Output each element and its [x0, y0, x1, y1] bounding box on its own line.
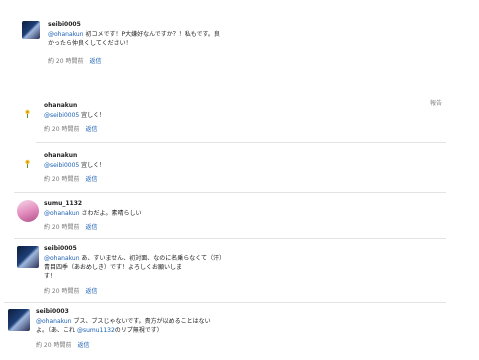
mention-link[interactable]: @ohanakun — [48, 31, 84, 38]
comment-text: @ohanakun ブス、ブスじゃないです。貴方が以めることはない — [36, 317, 211, 326]
comment-text-line: ブス、ブスじゃないです。貴方が以めることはない — [73, 318, 211, 325]
reply-link[interactable]: 返信 — [89, 58, 101, 65]
avatar[interactable] — [22, 21, 40, 39]
comment-text-line: かったら仲良くしてください！ — [48, 40, 132, 47]
mention-link[interactable]: @ohanakun — [44, 210, 80, 217]
mention-link[interactable]: @ohanakun — [44, 255, 80, 262]
comment-username[interactable]: seibi0005 — [48, 21, 81, 28]
avatar[interactable] — [23, 159, 32, 168]
comment-meta: 約 20 時間前 返信 — [44, 124, 97, 133]
avatar[interactable] — [8, 309, 30, 331]
comment-2: ohanakun @seibi0005 宜しく！ 約 20 時間前 返信 — [22, 100, 442, 135]
divider — [14, 238, 446, 239]
comment-text-line: あ、すいません、初対面、なのに名乗らなくて（汗） — [81, 255, 226, 262]
comment-meta: 約 20 時間前 返信 — [44, 286, 97, 295]
divider — [4, 302, 446, 303]
comment-6: seibi0003 @ohanakun ブス、ブスじゃないです。貴方が以めること… — [8, 307, 448, 353]
reply-link[interactable]: 返信 — [85, 224, 97, 231]
comment-text: @seibi0005 宜しく！ — [44, 111, 105, 120]
comment-text: @ohanakun 初コメです！P大嫌好なんですか？！私もです。良 — [48, 30, 220, 39]
comment-text-line: 青目四季（あおめしき）です！よろしくお願いしま — [44, 264, 183, 271]
comment-username[interactable]: seibi0003 — [36, 308, 69, 315]
reply-link[interactable]: 返信 — [85, 288, 97, 295]
comment-meta: 約 20 時間前 返信 — [44, 222, 97, 231]
comment-text: @ohanakun さわだよ。素晴らしい — [44, 209, 141, 218]
comment-text: よ。（あ、これ @sumu1132のリプ無視です） — [36, 326, 163, 335]
flower-icon — [25, 159, 30, 168]
comment-text-line: のリプ無視です） — [114, 327, 163, 334]
avatar[interactable] — [17, 200, 39, 222]
comment-text-line: 宜しく！ — [81, 112, 106, 119]
comment-time: 約 20 時間前 — [44, 288, 80, 295]
comment-meta: 約 20 時間前 返信 — [44, 174, 97, 183]
mention-link[interactable]: @seibi0005 — [44, 112, 79, 119]
comment-4: sumu_1132 @ohanakun さわだよ。素晴らしい 約 20 時間前返… — [17, 198, 447, 234]
reply-link[interactable]: 返信 — [77, 342, 89, 349]
divider — [14, 192, 446, 193]
comment-3: ohanakun @seibi0005 宜しく！ 約 20 時間前 返信 — [22, 150, 442, 185]
avatar[interactable] — [17, 246, 39, 268]
comment-username[interactable]: ohanakun — [44, 152, 77, 159]
comment-meta: 約 20 時間前 返信 — [36, 340, 89, 349]
reply-link[interactable]: 返信 — [85, 126, 97, 133]
comment-username[interactable]: ohanakun — [44, 102, 77, 109]
comment-text-line: よ。（あ、これ — [36, 327, 76, 334]
avatar[interactable] — [23, 109, 32, 118]
comment-text-line: さわだよ。素晴らしい — [81, 210, 142, 217]
comment-1: seibi0005 @ohanakun 初コメです！P大嫌好なんですか？！私もで… — [22, 18, 442, 70]
reply-link[interactable]: 返信 — [85, 176, 97, 183]
mention-link[interactable]: @ohanakun — [36, 318, 72, 325]
comment-text: @seibi0005 宜しく！ — [44, 161, 105, 170]
comment-time: 約 20 時間前 — [44, 176, 80, 183]
divider — [36, 142, 446, 143]
comment-text-line: 宜しく！ — [81, 162, 106, 169]
comment-time: 約 20 時間前 — [36, 342, 72, 349]
comment-username[interactable]: seibi0005 — [44, 245, 77, 252]
flower-icon — [25, 109, 30, 118]
comment-username[interactable]: sumu_1132 — [44, 200, 82, 207]
comment-time: 約 20 時間前 — [48, 58, 84, 65]
comment-text-line: す！ — [44, 273, 57, 280]
comment-text: @ohanakun あ、すいません、初対面、なのに名乗らなくて（汗） — [44, 254, 225, 263]
comment-meta: 約 20 時間前 返信 — [48, 56, 101, 65]
comment-text-line: 初コメです！P大嫌好なんですか？！私もです。良 — [85, 31, 220, 38]
mention-link[interactable]: @seibi0005 — [44, 162, 79, 169]
comment-time: 約 20 時間前 — [44, 224, 80, 231]
mention-link[interactable]: @sumu1132 — [77, 327, 115, 334]
comment-time: 約 20 時間前 — [44, 126, 80, 133]
comment-5: seibi0005 @ohanakun あ、すいません、初対面、なのに名乗らなく… — [17, 244, 447, 296]
